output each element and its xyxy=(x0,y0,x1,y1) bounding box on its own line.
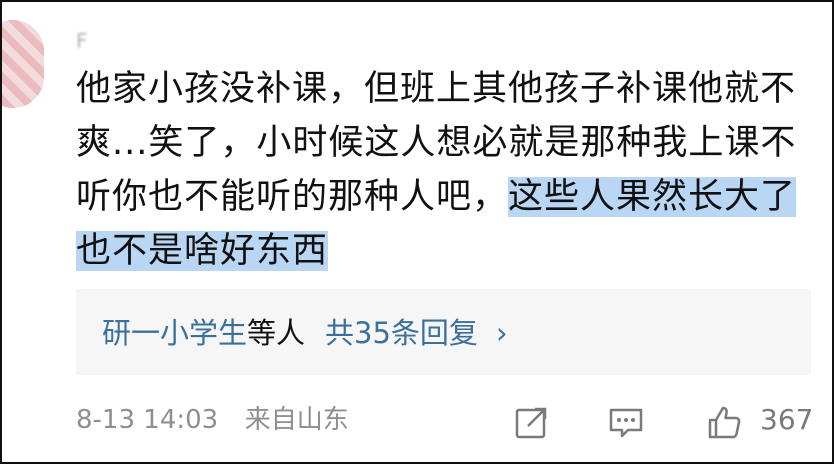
like-icon[interactable] xyxy=(704,402,744,442)
share-icon[interactable] xyxy=(512,402,552,442)
replies-line[interactable]: 研一小学生等人 共35条回复 › xyxy=(102,315,508,351)
like-count: 367 xyxy=(760,403,814,436)
comment-icon[interactable] xyxy=(606,402,646,442)
chevron-right-icon[interactable]: › xyxy=(496,316,508,350)
avatar[interactable] xyxy=(2,20,44,108)
replies-names[interactable]: 研一小学生 xyxy=(102,316,247,350)
username[interactable]: F xyxy=(76,28,165,54)
comment-card: F 他家小孩没补课，但班上其他孩子补课他就不爽...笑了，小时候这人想必就是那种… xyxy=(0,0,834,464)
comment-text: 他家小孩没补课，但班上其他孩子补课他就不爽...笑了，小时候这人想必就是那种我上… xyxy=(76,62,821,278)
comment-location: 来自山东 xyxy=(244,405,349,435)
replies-middle: 等人 xyxy=(247,316,306,350)
replies-box[interactable]: 研一小学生等人 共35条回复 › xyxy=(76,289,811,375)
replies-summary[interactable]: 共35条回复 xyxy=(325,316,478,350)
comment-meta: 8-13 14:03 来自山东 xyxy=(76,402,349,438)
comment-date: 8-13 14:03 xyxy=(76,405,219,435)
comment-footer: 8-13 14:03 来自山东 367 xyxy=(76,398,816,442)
